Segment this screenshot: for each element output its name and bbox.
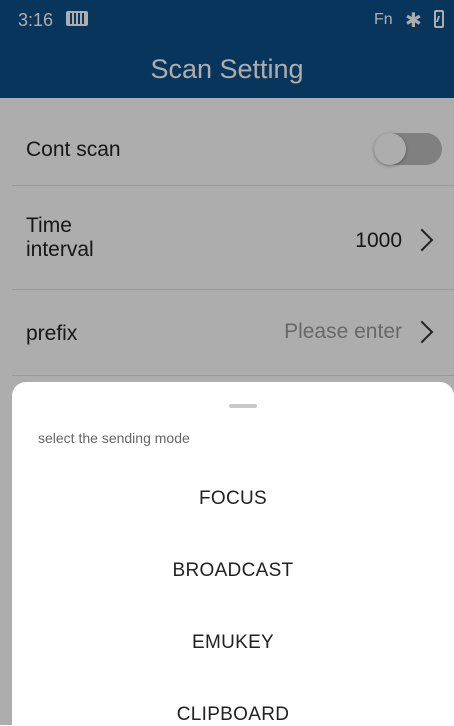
- option-clipboard[interactable]: CLIPBOARD: [12, 704, 454, 726]
- option-focus[interactable]: FOCUS: [12, 488, 454, 510]
- sheet-title: select the sending mode: [38, 430, 190, 446]
- option-emukey[interactable]: EMUKEY: [12, 632, 454, 654]
- sending-mode-sheet: select the sending mode FOCUS BROADCAST …: [12, 382, 454, 725]
- drag-handle[interactable]: [229, 404, 257, 408]
- option-broadcast[interactable]: BROADCAST: [12, 560, 454, 582]
